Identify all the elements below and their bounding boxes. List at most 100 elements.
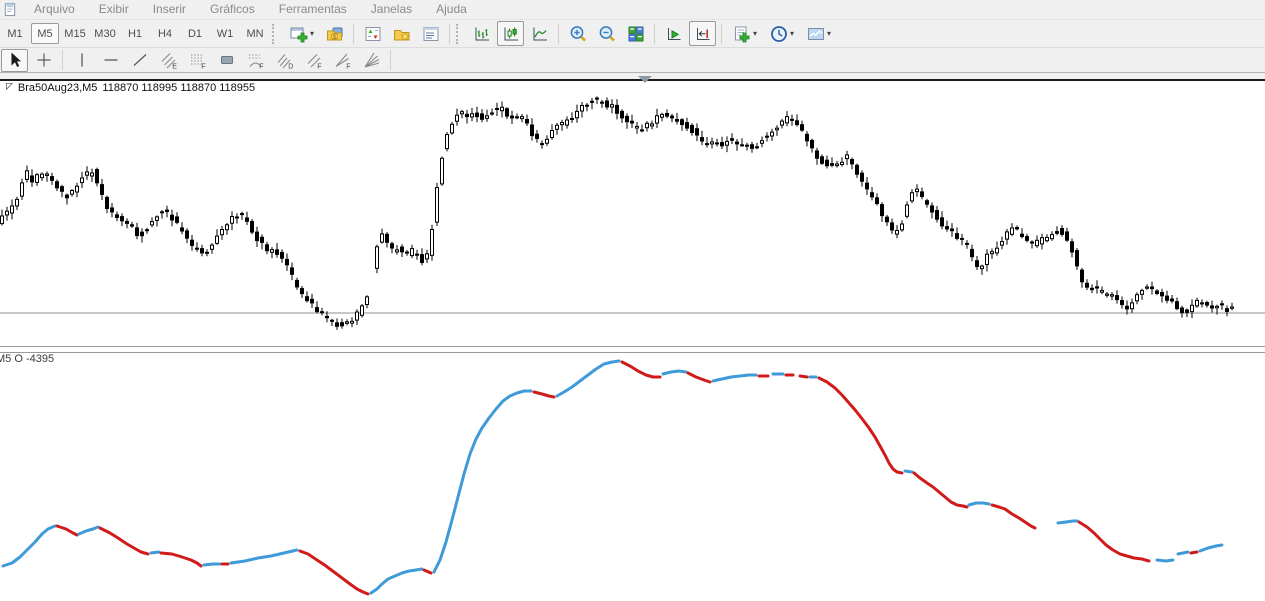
menu-item-janelas[interactable]: Janelas (359, 1, 424, 18)
toolbar-separator (390, 50, 391, 70)
zoom-in-icon (570, 25, 586, 42)
dropdown-caret-icon[interactable]: ▾ (790, 29, 794, 38)
favorites-icon (393, 29, 410, 40)
timeframe-button-m30[interactable]: M30 (91, 23, 119, 44)
zoom-out-button[interactable] (593, 21, 620, 46)
timeframe-button-m5[interactable]: M5 (31, 23, 59, 44)
fibo-channel-button[interactable]: F (300, 49, 327, 72)
indicators-button[interactable]: ▾ (727, 21, 762, 46)
auto-scroll-button[interactable] (660, 21, 687, 46)
menu-item-exibir[interactable]: Exibir (87, 1, 141, 18)
mt4-window: Arquivo Exibir Inserir Gráficos Ferramentas J… (0, 0, 1265, 601)
trendline-button[interactable] (126, 49, 153, 72)
trendline-icon (133, 54, 146, 66)
indicator-segment-up (967, 501, 991, 507)
dropdown-caret-icon[interactable]: ▾ (827, 29, 831, 38)
rectangle-button[interactable] (213, 49, 240, 72)
chart-shift-button[interactable] (689, 21, 716, 46)
indicator-segment-down (912, 471, 969, 509)
favorites-button[interactable] (388, 21, 415, 46)
svg-text:$: $ (332, 33, 336, 40)
templates-button[interactable]: ▾ (801, 21, 836, 46)
icon-letter: F (201, 64, 205, 71)
menu-item-arquivo[interactable]: Arquivo (22, 1, 87, 18)
equidistant-channel-button[interactable]: E (155, 49, 182, 72)
icon-letter: D (288, 64, 293, 71)
zoom-in-button[interactable] (564, 21, 591, 46)
new-chart-button[interactable]: ▾ (284, 21, 319, 46)
indicator-segment-up (1198, 543, 1224, 553)
toolbar-line-studies: EFFDFF (0, 48, 1265, 72)
app-logo-icon (4, 2, 16, 17)
menu-item-graficos[interactable]: Gráficos (198, 1, 267, 18)
toolbar-grip[interactable] (456, 23, 465, 44)
chart-ohlc-values: 118870 118995 118870 118955 (102, 82, 256, 94)
dropdown-caret-icon[interactable]: ▾ (310, 29, 314, 38)
fibo-arcs-button[interactable]: F (242, 49, 269, 72)
indicator-segment-down (1189, 550, 1199, 555)
gann-fan-button[interactable] (358, 49, 385, 72)
indicator-segment-down (98, 526, 150, 556)
toolbar-separator (353, 23, 354, 44)
crosshair-button[interactable] (30, 49, 57, 72)
timeframe-button-m15[interactable]: M15 (61, 23, 89, 44)
dropdown-caret-icon[interactable]: ▾ (753, 29, 757, 38)
timeframe-button-w1[interactable]: W1 (211, 23, 239, 44)
candle-chart-button[interactable] (497, 21, 524, 46)
menu-item-ajuda[interactable]: Ajuda (424, 1, 479, 18)
bar-chart-button[interactable] (468, 21, 495, 46)
fibo-retracement-button[interactable]: F (184, 49, 211, 72)
vertical-line-button[interactable] (68, 49, 95, 72)
menu-item-ferramentas[interactable]: Ferramentas (267, 1, 359, 18)
cursor-button[interactable] (1, 48, 28, 72)
periods-button[interactable]: ▾ (764, 21, 799, 46)
navigator-icon (423, 26, 438, 41)
andrews-pitchfork-icon: D (277, 54, 293, 71)
crosshair-icon (37, 53, 50, 67)
indicator-segment-up (903, 469, 914, 474)
bar-chart-icon (475, 27, 489, 40)
chart-shift-icon (696, 27, 709, 40)
market-watch-button[interactable] (359, 21, 386, 46)
indicator-segment-up (432, 389, 533, 574)
navigator-button[interactable] (417, 21, 444, 46)
subwindow-separator[interactable] (0, 346, 1265, 353)
toolbar-separator (721, 23, 722, 44)
indicator-label: M5 O -4395 (0, 353, 55, 365)
profiles-button[interactable]: $ (321, 21, 348, 46)
fibo-expansion-button[interactable]: F (329, 49, 356, 72)
line-chart-button[interactable] (526, 21, 553, 46)
rectangle-icon (220, 56, 233, 64)
timeframe-button-h1[interactable]: H1 (121, 23, 149, 44)
indicator-segment-up (229, 548, 299, 565)
vertical-line-icon (80, 53, 83, 67)
indicator-segment-up (149, 550, 161, 555)
menu-item-inserir[interactable]: Inserir (141, 1, 198, 18)
fibo-expansion-icon: F (335, 53, 350, 70)
chart-window: ◸ Bra50Aug23,M5 118870 118995 118870 118… (0, 72, 1265, 601)
chart-title: ◸ Bra50Aug23,M5 118870 118995 118870 118… (6, 81, 256, 95)
indicators-icon (734, 26, 750, 42)
zoom-out-icon (599, 25, 615, 42)
toolbar-separator (654, 23, 655, 44)
tile-windows-icon (628, 26, 644, 42)
tile-windows-button[interactable] (622, 21, 649, 46)
profiles-icon: $ (326, 27, 342, 40)
indicator-segment-up (661, 369, 688, 376)
toolbar-separator (558, 23, 559, 44)
indicator-segment-down (532, 390, 556, 399)
gann-fan-icon (364, 52, 379, 68)
andrews-pitchfork-button[interactable]: D (271, 49, 298, 72)
horizontal-line-button[interactable] (97, 49, 124, 72)
indicator-segment-up (1, 524, 57, 568)
timeframe-button-m1[interactable]: M1 (1, 23, 29, 44)
candlestick-chart-canvas[interactable] (0, 72, 1265, 601)
fibo-retracement-icon: F (190, 54, 205, 71)
timeframe-button-d1[interactable]: D1 (181, 23, 209, 44)
toolbar-grip[interactable] (272, 23, 281, 44)
timeframe-button-mn[interactable]: MN (241, 23, 269, 44)
timeframe-button-h4[interactable]: H4 (151, 23, 179, 44)
indicator-segment-down (298, 549, 370, 596)
indicator-segment-down (817, 376, 904, 475)
indicator-segment-up (1056, 519, 1079, 525)
